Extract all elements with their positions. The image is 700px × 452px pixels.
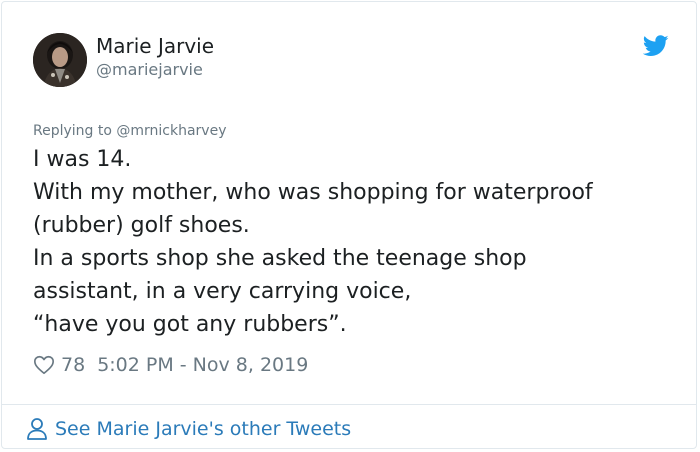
tweet-line: assistant, in a very carrying voice, xyxy=(33,279,412,304)
avatar[interactable] xyxy=(33,33,87,87)
avatar-photo xyxy=(33,33,87,87)
like-count[interactable]: 78 xyxy=(61,354,85,376)
tweet-card: Marie Jarvie @mariejarvie Replying to @m… xyxy=(1,1,697,449)
tweet-line: With my mother, who was shopping for wat… xyxy=(33,180,593,205)
tweet-text: I was 14. With my mother, who was shoppi… xyxy=(33,143,683,341)
tweet-line: In a sports shop she asked the teenage s… xyxy=(33,246,527,271)
replying-to-label[interactable]: Replying to @mrnickharvey xyxy=(33,121,226,141)
see-more-tweets-link[interactable]: See Marie Jarvie's other Tweets xyxy=(26,415,351,443)
author-handle[interactable]: @mariejarvie xyxy=(96,60,203,80)
tweet-line: “have you got any rubbers”. xyxy=(33,312,347,337)
tweet-line: I was 14. xyxy=(33,147,132,172)
tweet-meta: 78 5:02 PM - Nov 8, 2019 xyxy=(33,352,308,378)
person-icon xyxy=(27,418,47,440)
footer-divider xyxy=(2,404,696,405)
tweet-timestamp[interactable]: 5:02 PM - Nov 8, 2019 xyxy=(97,354,308,376)
twitter-bird-icon[interactable] xyxy=(643,35,669,57)
see-more-label[interactable]: See Marie Jarvie's other Tweets xyxy=(55,418,351,440)
heart-icon[interactable] xyxy=(33,354,55,376)
author-display-name[interactable]: Marie Jarvie xyxy=(96,33,214,59)
tweet-line: (rubber) golf shoes. xyxy=(33,213,250,238)
